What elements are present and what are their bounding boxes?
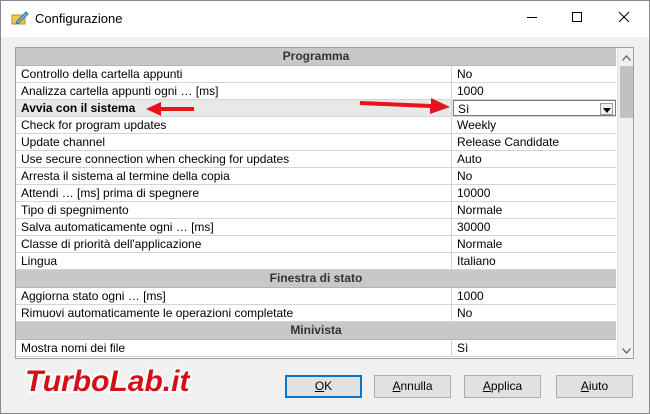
section-header-programma[interactable]: Programma <box>16 48 616 66</box>
property-row[interactable]: Check for program updates Weekly <box>16 117 616 134</box>
section-title: Minivista <box>290 323 342 337</box>
section-title: Finestra di stato <box>269 271 363 285</box>
property-grid-rows: Programma Controllo della cartella appun… <box>16 48 616 357</box>
property-value[interactable]: 1000 <box>453 288 616 304</box>
pencil-folder-icon <box>11 9 29 27</box>
property-value[interactable]: 1000 <box>453 83 616 99</box>
property-name: Use secure connection when checking for … <box>16 151 452 167</box>
scroll-up-icon <box>622 50 631 64</box>
dropdown-selected-value: Sì <box>458 102 470 116</box>
ok-button[interactable]: OK <box>285 375 362 398</box>
ok-mnemonic: O <box>314 379 325 393</box>
svg-text:TurboLab.it: TurboLab.it <box>25 365 191 398</box>
property-row[interactable]: Analizza cartella appunti ogni … [ms] 10… <box>16 83 616 100</box>
cancel-button[interactable]: Annulla <box>374 375 451 398</box>
property-value[interactable]: No <box>453 168 616 184</box>
dropdown-button[interactable] <box>600 103 613 115</box>
scroll-down-button[interactable] <box>618 341 633 358</box>
minimize-button[interactable] <box>509 1 555 35</box>
property-name: Salva automaticamente ogni … [ms] <box>16 219 452 235</box>
property-row[interactable]: Arresta il sistema al termine della copi… <box>16 168 616 185</box>
maximize-button[interactable] <box>554 1 600 35</box>
scrollbar-thumb[interactable] <box>620 66 633 118</box>
property-row[interactable]: Mostra nomi dei file Sì <box>16 340 616 357</box>
minimize-icon <box>526 11 538 26</box>
property-name: Aggiorna stato ogni … [ms] <box>16 288 452 304</box>
property-name: Check for program updates <box>16 117 452 133</box>
property-row[interactable]: Update channel Release Candidate <box>16 134 616 151</box>
property-row[interactable]: Controllo della cartella appunti No <box>16 66 616 83</box>
property-row[interactable]: Use secure connection when checking for … <box>16 151 616 168</box>
turbolab-watermark-logo: TurboLab.it TurboLab.it <box>23 363 193 399</box>
property-row[interactable]: Salva automaticamente ogni … [ms] 30000 <box>16 219 616 236</box>
property-row[interactable]: Tipo di spegnimento Normale <box>16 202 616 219</box>
property-row[interactable]: Attendi … [ms] prima di spegnere 10000 <box>16 185 616 202</box>
property-value-dropdown[interactable]: Sì <box>453 100 616 116</box>
section-header-minivista[interactable]: Minivista <box>16 322 616 340</box>
property-name: Classe di priorità dell'applicazione <box>16 236 452 252</box>
property-row[interactable]: Classe di priorità dell'applicazione Nor… <box>16 236 616 253</box>
cancel-label-rest: nnulla <box>400 379 433 393</box>
property-value[interactable]: Normale <box>453 236 616 252</box>
property-value[interactable]: Italiano <box>453 253 616 269</box>
configuration-dialog: Configurazione Programma Controllo della… <box>0 0 650 414</box>
property-name: Attendi … [ms] prima di spegnere <box>16 185 452 201</box>
property-name: Tipo di spegnimento <box>16 202 452 218</box>
section-title: Programma <box>282 49 350 63</box>
chevron-down-icon <box>602 101 611 117</box>
property-value[interactable]: 10000 <box>453 185 616 201</box>
apply-button[interactable]: Applica <box>464 375 541 398</box>
help-button[interactable]: Aiuto <box>556 375 633 398</box>
property-value[interactable]: Auto <box>453 151 616 167</box>
window-title: Configurazione <box>35 11 123 26</box>
help-label-rest: iuto <box>588 379 609 393</box>
property-row[interactable]: Rimuovi automaticamente le operazioni co… <box>16 305 616 322</box>
property-value[interactable]: Weekly <box>453 117 616 133</box>
property-row[interactable]: Lingua Italiano <box>16 253 616 270</box>
title-bar[interactable]: Configurazione <box>1 1 649 37</box>
property-value[interactable]: Sì <box>453 340 616 356</box>
property-name: Lingua <box>16 253 452 269</box>
property-name: Controllo della cartella appunti <box>16 66 452 82</box>
annotation-arrow-right <box>360 98 450 114</box>
property-name: Update channel <box>16 134 452 150</box>
annotation-arrow-left <box>146 102 194 116</box>
scroll-up-button[interactable] <box>618 48 633 65</box>
property-name: Mostra nomi dei file <box>16 340 452 356</box>
property-value[interactable]: Release Candidate <box>453 134 616 150</box>
maximize-icon <box>571 11 583 26</box>
property-value[interactable]: Normale <box>453 202 616 218</box>
close-button[interactable] <box>601 1 647 35</box>
property-row[interactable]: Aggiorna stato ogni … [ms] 1000 <box>16 288 616 305</box>
section-header-finestra-di-stato[interactable]: Finestra di stato <box>16 270 616 288</box>
vertical-scrollbar[interactable] <box>617 48 633 358</box>
scroll-down-icon <box>622 343 631 357</box>
close-icon <box>618 11 630 26</box>
help-mnemonic: A <box>580 379 589 393</box>
property-grid[interactable]: Programma Controllo della cartella appun… <box>15 47 634 359</box>
property-value[interactable]: 30000 <box>453 219 616 235</box>
property-value[interactable]: No <box>453 305 616 321</box>
apply-label-rest: pplica <box>490 379 523 393</box>
property-name: Arresta il sistema al termine della copi… <box>16 168 452 184</box>
property-name: Rimuovi automaticamente le operazioni co… <box>16 305 452 321</box>
property-row-selected[interactable]: Avvia con il sistema Sì <box>16 100 616 117</box>
ok-label-rest: K <box>324 379 333 393</box>
property-value[interactable]: No <box>453 66 616 82</box>
apply-mnemonic: A <box>482 379 491 393</box>
